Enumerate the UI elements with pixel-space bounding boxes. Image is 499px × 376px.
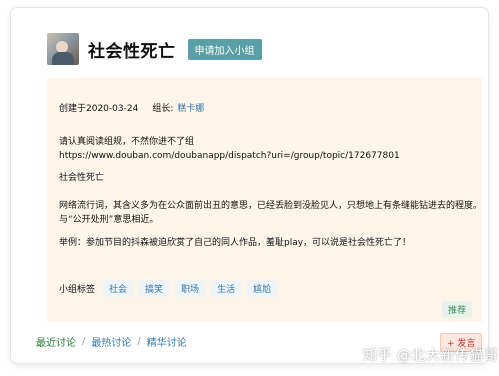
- description-example: 举例：参加节目的抖森被迫欣赏了自己的同人作品，羞耻play，可以说是社会性死亡了…: [59, 238, 412, 248]
- tag-life[interactable]: 生活: [211, 280, 242, 297]
- owner-label: 组长:: [152, 104, 174, 114]
- rules-url: https://www.douban.com/doubanapp/dispatc…: [59, 151, 400, 161]
- tab-best-discussions[interactable]: 精华讨论: [147, 334, 187, 349]
- group-info-panel: 创建于2020-03-24 组长: 糕卡娜 请认真阅读组规，不然你进不了组 ht…: [47, 78, 482, 322]
- discussion-tabs: 最近讨论 / 最热讨论 / 精华讨论: [36, 334, 187, 349]
- group-header: 社会性死亡 申请加入小组: [47, 32, 262, 66]
- tag-funny[interactable]: 搞笑: [139, 280, 170, 297]
- description-heading: 社会性死亡: [59, 173, 105, 183]
- tab-hot-discussions[interactable]: 最热讨论: [91, 334, 131, 349]
- tag-awkward[interactable]: 尴尬: [247, 280, 278, 297]
- rules-text: 请认真阅读组规，不然你进不了组: [59, 137, 195, 147]
- avatar-body-shape: [52, 52, 74, 65]
- group-avatar[interactable]: [47, 33, 79, 65]
- owner-link[interactable]: 糕卡娜: [177, 101, 204, 114]
- created-date: 创建于2020-03-24: [59, 104, 139, 114]
- recommend-button[interactable]: 推荐: [441, 301, 472, 318]
- definition-text: 网络流行词，其含义多为在公众面前出丑的意思，已经丢脸到没脸见人，只想地上有条缝能…: [59, 201, 483, 211]
- group-page-card: 社会性死亡 申请加入小组 创建于2020-03-24 组长: 糕卡娜 请认真阅读…: [11, 8, 488, 363]
- zhihu-watermark: 知乎 @北大新传猫哥: [363, 348, 499, 364]
- tag-social[interactable]: 社会: [103, 280, 134, 297]
- tag-workplace[interactable]: 职场: [175, 280, 206, 297]
- group-tags: 小组标签 社会 搞笑 职场 生活 尴尬: [59, 280, 283, 297]
- tab-latest-discussions[interactable]: 最近讨论: [36, 334, 76, 349]
- tab-separator: /: [82, 336, 86, 347]
- group-title: 社会性死亡: [88, 41, 176, 62]
- definition-similar: 与“公开处刑”意思相近。: [59, 215, 159, 225]
- description-rules: 请认真阅读组规，不然你进不了组 https://www.douban.com/d…: [59, 135, 400, 163]
- group-meta: 创建于2020-03-24 组长: 糕卡娜: [59, 101, 204, 114]
- tab-separator: /: [137, 336, 141, 347]
- tags-label: 小组标签: [59, 285, 96, 295]
- description-definition: 网络流行词，其含义多为在公众面前出丑的意思，已经丢脸到没脸见人，只想地上有条缝能…: [59, 199, 482, 227]
- join-group-button[interactable]: 申请加入小组: [187, 38, 262, 60]
